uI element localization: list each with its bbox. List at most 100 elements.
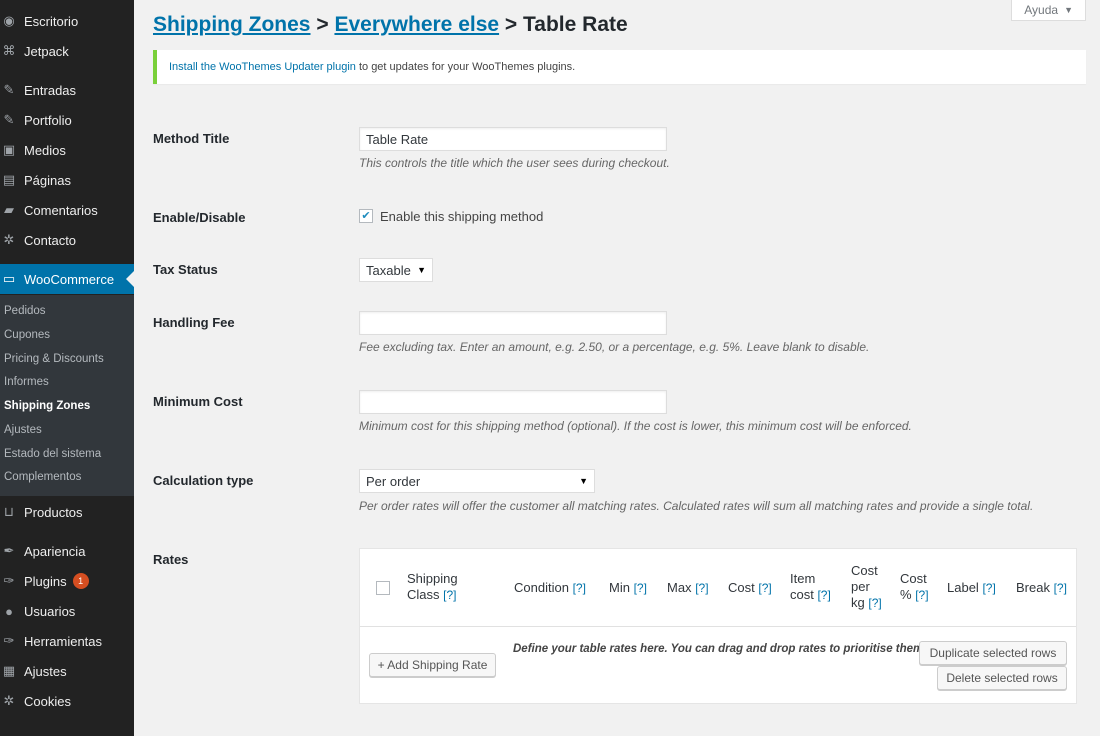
col-cost-per-kg-line1: Cost xyxy=(851,563,878,578)
checkmark-icon: ✔ xyxy=(361,209,371,222)
sidebar-item-comentarios[interactable]: ▰ Comentarios xyxy=(0,195,134,225)
pin-icon: ✎ xyxy=(3,82,15,97)
col-cost-per-kg: Cost per kg [?] xyxy=(851,563,882,611)
method-title-label: Method Title xyxy=(153,131,230,146)
page-title: Shipping Zones > Everywhere else > Table… xyxy=(153,13,628,37)
minimum-cost-description: Minimum cost for this shipping method (o… xyxy=(359,419,912,433)
delete-rows-button[interactable]: Delete selected rows xyxy=(937,666,1067,690)
submenu-item-pedidos[interactable]: Pedidos xyxy=(4,305,46,317)
col-max-label: Max xyxy=(667,580,692,595)
sidebar-item-plugins[interactable]: ✑ Plugins 1 xyxy=(0,566,134,596)
breadcrumb-everywhere-else-link[interactable]: Everywhere else xyxy=(334,13,499,36)
sidebar-item-herramientas[interactable]: ✑ Herramientas xyxy=(0,626,134,656)
help-link[interactable]: [?] xyxy=(868,596,881,610)
sidebar-item-contacto[interactable]: ✲ Contacto xyxy=(0,225,134,255)
sidebar-item-paginas[interactable]: ▤ Páginas xyxy=(0,165,134,195)
help-link[interactable]: [?] xyxy=(695,581,708,595)
sidebar-item-label: Entradas xyxy=(24,82,77,98)
woocommerce-icon: ▭ xyxy=(2,271,16,286)
sidebar-item-medios[interactable]: ▣ Medios xyxy=(0,135,134,165)
sidebar-item-label: Apariencia xyxy=(24,543,86,559)
select-all-checkbox[interactable] xyxy=(376,581,390,595)
col-item-cost-line2: cost xyxy=(790,587,814,602)
sidebar-item-label: Productos xyxy=(24,504,83,520)
col-min: Min [?] xyxy=(609,580,647,596)
brush-icon: ✒ xyxy=(3,543,15,558)
sidebar-item-apariencia[interactable]: ✒ Apariencia xyxy=(0,536,134,566)
submenu-item-pricing-discounts[interactable]: Pricing & Discounts xyxy=(4,353,104,365)
tax-status-value: Taxable xyxy=(366,262,411,278)
submenu-item-ajustes[interactable]: Ajustes xyxy=(4,424,42,436)
rates-footer-text: Define your table rates here. You can dr… xyxy=(513,643,927,655)
sidebar-item-label: Contacto xyxy=(24,232,77,248)
enable-shipping-checkbox-label[interactable]: Enable this shipping method xyxy=(380,209,543,224)
help-link[interactable]: [?] xyxy=(982,581,995,595)
col-item-cost: Item cost [?] xyxy=(790,571,831,603)
sidebar-item-usuarios[interactable]: ● Usuarios xyxy=(0,596,134,626)
sidebar-item-entradas[interactable]: ✎ Entradas xyxy=(0,75,134,105)
sidebar-item-label: Ajustes xyxy=(24,663,67,679)
help-link[interactable]: [?] xyxy=(758,581,771,595)
submenu-item-estado-del-sistema[interactable]: Estado del sistema xyxy=(4,448,101,460)
breadcrumb-separator: > xyxy=(504,13,518,36)
help-tab-button[interactable]: Ayuda ▼ xyxy=(1011,0,1086,21)
caret-down-icon: ▼ xyxy=(1064,5,1073,15)
submenu-item-cupones[interactable]: Cupones xyxy=(4,329,50,341)
col-cost-percent-line1: Cost xyxy=(900,571,927,586)
select-arrow-icon: ▼ xyxy=(417,265,426,275)
sidebar-item-label: Plugins xyxy=(24,573,67,589)
col-item-cost-line1: Item xyxy=(790,571,816,586)
add-shipping-rate-button[interactable]: + Add Shipping Rate xyxy=(369,653,496,677)
enable-disable-label: Enable/Disable xyxy=(153,210,246,225)
sidebar-item-label: Jetpack xyxy=(24,43,69,59)
col-cost-per-kg-line3: kg xyxy=(851,595,865,610)
help-link[interactable]: [?] xyxy=(443,588,456,602)
submenu-item-complementos[interactable]: Complementos xyxy=(4,471,81,483)
gear-icon: ✲ xyxy=(3,232,15,247)
sidebar-item-escritorio[interactable]: ◉ Escritorio xyxy=(0,6,134,36)
media-icon: ▣ xyxy=(2,142,16,157)
method-title-description: This controls the title which the user s… xyxy=(359,156,670,170)
help-link[interactable]: [?] xyxy=(573,581,586,595)
dashboard-icon: ◉ xyxy=(3,13,15,28)
submenu-item-shipping-zones[interactable]: Shipping Zones xyxy=(4,400,90,412)
minimum-cost-label: Minimum Cost xyxy=(153,394,243,409)
help-link[interactable]: [?] xyxy=(634,581,647,595)
enable-shipping-checkbox[interactable]: ✔ xyxy=(359,209,373,223)
wrench-icon: ✑ xyxy=(3,633,15,648)
method-title-input[interactable] xyxy=(359,127,667,151)
sidebar-item-label: Comentarios xyxy=(24,202,98,218)
col-cost-percent: Cost % [?] xyxy=(900,571,929,603)
handling-fee-input[interactable] xyxy=(359,311,667,335)
handling-fee-label: Handling Fee xyxy=(153,315,235,330)
col-cost: Cost [?] xyxy=(728,580,772,596)
help-link[interactable]: [?] xyxy=(915,588,928,602)
sidebar-item-jetpack[interactable]: ⌘ Jetpack xyxy=(0,36,134,66)
tax-status-select[interactable]: Taxable ▼ xyxy=(359,258,433,282)
calculation-type-description: Per order rates will offer the customer … xyxy=(359,499,1034,513)
plugin-icon: ✑ xyxy=(3,573,15,588)
duplicate-rows-button[interactable]: Duplicate selected rows xyxy=(919,641,1067,665)
sidebar-item-woocommerce[interactable]: ▭ WooCommerce xyxy=(0,264,134,294)
tax-status-label: Tax Status xyxy=(153,262,218,277)
col-shipping-class-line1: Shipping xyxy=(407,571,458,586)
sidebar-item-productos[interactable]: ⊔ Productos xyxy=(0,497,134,527)
col-break-label: Break xyxy=(1016,580,1050,595)
sidebar-item-label: Páginas xyxy=(24,172,71,188)
sidebar-item-portfolio[interactable]: ✎ Portfolio xyxy=(0,105,134,135)
submenu-item-informes[interactable]: Informes xyxy=(4,376,49,388)
pages-icon: ▤ xyxy=(2,172,16,187)
breadcrumb-separator: > xyxy=(316,13,329,36)
handling-fee-description: Fee excluding tax. Enter an amount, e.g.… xyxy=(359,340,870,354)
help-link[interactable]: [?] xyxy=(1054,581,1067,595)
install-updater-link[interactable]: Install the WooThemes Updater plugin xyxy=(169,61,356,73)
updater-notice: Install the WooThemes Updater plugin to … xyxy=(153,50,1086,84)
sidebar-item-label: Portfolio xyxy=(24,112,72,128)
sidebar-item-cookies[interactable]: ✲ Cookies xyxy=(0,686,134,716)
calculation-type-select[interactable]: Per order ▼ xyxy=(359,469,595,493)
sidebar-item-ajustes[interactable]: ▦ Ajustes xyxy=(0,656,134,686)
help-link[interactable]: [?] xyxy=(817,588,830,602)
breadcrumb-shipping-zones-link[interactable]: Shipping Zones xyxy=(153,13,311,36)
minimum-cost-input[interactable] xyxy=(359,390,667,414)
main-content: Ayuda ▼ Shipping Zones > Everywhere else… xyxy=(134,0,1100,736)
